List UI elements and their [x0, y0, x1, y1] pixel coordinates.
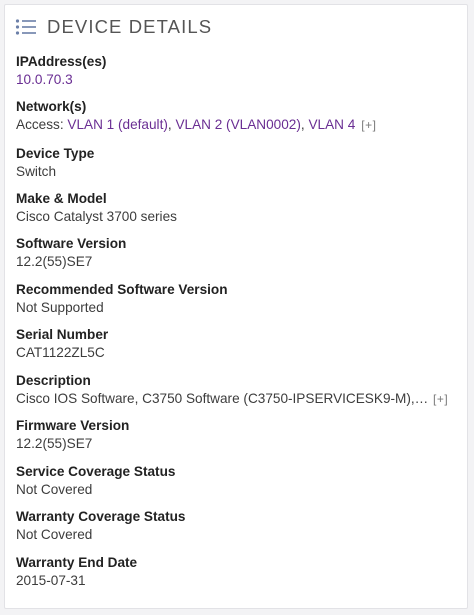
- device-details-panel: DEVICE DETAILS IPAddress(es) 10.0.70.3 N…: [4, 4, 468, 609]
- field-value: 12.2(55)SE7: [16, 436, 93, 451]
- network-prefix: Access:: [16, 117, 68, 132]
- vlan-1-link[interactable]: VLAN 1 (default): [67, 117, 168, 132]
- panel-title: DEVICE DETAILS: [47, 16, 213, 37]
- field-label: Serial Number: [16, 327, 109, 342]
- field-value: 2015-07-31: [16, 573, 86, 588]
- field-warranty-end-date: Warranty End Date 2015-07-31: [16, 554, 464, 590]
- field-value: Cisco Catalyst 3700 series: [16, 209, 177, 224]
- field-value: Not Supported: [16, 300, 104, 315]
- field-value: Switch: [16, 164, 57, 179]
- field-label: Network(s): [16, 99, 87, 114]
- field-warranty-coverage-status: Warranty Coverage Status Not Covered: [16, 508, 464, 544]
- field-software-version: Software Version 12.2(55)SE7: [16, 235, 464, 271]
- field-label: Warranty Coverage Status: [16, 509, 186, 524]
- field-label: Firmware Version: [16, 418, 130, 433]
- field-label: Device Type: [16, 146, 95, 161]
- field-make-model: Make & Model Cisco Catalyst 3700 series: [16, 190, 464, 226]
- field-ip-addresses: IPAddress(es) 10.0.70.3: [16, 53, 464, 89]
- expand-networks-button[interactable]: [+]: [361, 116, 376, 134]
- field-serial-number: Serial Number CAT1122ZL5C: [16, 326, 464, 362]
- field-label: Description: [16, 373, 91, 388]
- field-value: CAT1122ZL5C: [16, 345, 105, 360]
- field-recommended-software-version: Recommended Software Version Not Support…: [16, 281, 464, 317]
- field-description: Description Cisco IOS Software, C3750 So…: [16, 372, 464, 408]
- field-networks: Network(s) Access: VLAN 1 (default), VLA…: [16, 98, 464, 134]
- field-label: Warranty End Date: [16, 555, 138, 570]
- panel-header: DEVICE DETAILS: [15, 15, 212, 39]
- field-label: IPAddress(es): [16, 54, 107, 69]
- field-label: Service Coverage Status: [16, 464, 176, 479]
- ip-address-link[interactable]: 10.0.70.3: [16, 72, 73, 87]
- expand-description-button[interactable]: [+]: [433, 390, 448, 408]
- field-label: Make & Model: [16, 191, 107, 206]
- field-value: Not Covered: [16, 527, 93, 542]
- description-text: Cisco IOS Software, C3750 Software (C375…: [16, 391, 430, 406]
- vlan-4-link[interactable]: VLAN 4: [308, 117, 355, 132]
- field-label: Software Version: [16, 236, 127, 251]
- field-value: 12.2(55)SE7: [16, 254, 93, 269]
- list-icon: [15, 19, 36, 35]
- field-service-coverage-status: Service Coverage Status Not Covered: [16, 463, 464, 499]
- field-label: Recommended Software Version: [16, 282, 228, 297]
- field-firmware-version: Firmware Version 12.2(55)SE7: [16, 417, 464, 453]
- field-device-type: Device Type Switch: [16, 145, 464, 181]
- vlan-2-link[interactable]: VLAN 2 (VLAN0002): [175, 117, 300, 132]
- field-value: Not Covered: [16, 482, 93, 497]
